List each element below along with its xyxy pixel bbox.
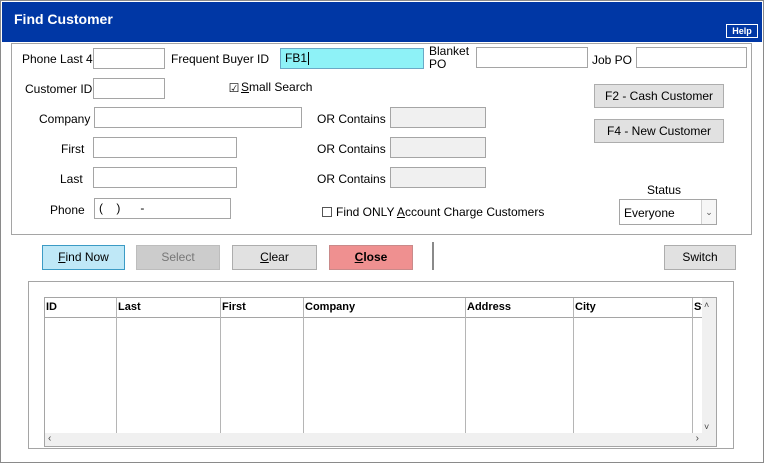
column-divider — [116, 298, 117, 434]
horizontal-scrollbar[interactable]: ‹ › — [45, 433, 716, 446]
window-title: Find Customer — [14, 11, 113, 27]
new-customer-button[interactable]: F4 - New Customer — [594, 119, 724, 143]
column-header-first[interactable]: First — [221, 298, 246, 318]
cash-customer-button[interactable]: F2 - Cash Customer — [594, 84, 724, 108]
select-button[interactable]: Select — [136, 245, 220, 270]
clear-mnemonic: C — [260, 250, 269, 264]
or-contains-first-input — [390, 137, 486, 158]
blanket-po-input[interactable] — [476, 47, 588, 68]
job-po-label: Job PO — [592, 53, 633, 67]
search-criteria-panel: Phone Last 4 Frequent Buyer ID FB1 Blank… — [11, 43, 752, 235]
text-caret — [308, 52, 310, 66]
column-header-city[interactable]: City — [574, 298, 596, 318]
account-charge-only-label-mnemonic: A — [396, 205, 405, 219]
title-bar: Find Customer Help — [2, 2, 762, 42]
phone-label: Phone — [50, 203, 85, 217]
blanket-po-label: Blanket PO — [429, 45, 469, 71]
status-dropdown[interactable]: Everyone ⌄ — [619, 199, 717, 225]
column-divider — [573, 298, 574, 434]
or-contains-first-label: OR Contains — [317, 142, 386, 156]
find-now-label-rest: ind Now — [65, 250, 109, 264]
last-name-label: Last — [60, 172, 83, 186]
vertical-scrollbar[interactable]: ˄ ˅ — [702, 298, 716, 434]
clear-button[interactable]: Clear — [232, 245, 317, 270]
scroll-left-icon[interactable]: ‹ — [48, 433, 51, 444]
chevron-down-icon[interactable]: ⌄ — [701, 200, 716, 224]
close-button[interactable]: Close — [329, 245, 413, 270]
phone-last4-input[interactable] — [93, 48, 165, 69]
job-po-input[interactable] — [636, 47, 747, 68]
small-search-checkbox[interactable]: ☑ — [228, 82, 240, 95]
column-divider — [465, 298, 466, 434]
first-name-label: First — [61, 142, 85, 156]
or-contains-last-input — [390, 167, 486, 188]
company-input[interactable] — [94, 107, 302, 128]
last-name-input[interactable] — [93, 167, 237, 188]
results-table-header: ID Last First Company Address City St — [45, 298, 705, 318]
scroll-down-icon[interactable]: ˅ — [704, 422, 709, 432]
phone-input[interactable]: ( ) - — [94, 198, 231, 219]
column-header-company[interactable]: Company — [304, 298, 355, 318]
column-divider — [303, 298, 304, 434]
account-charge-only-checkbox[interactable] — [322, 207, 332, 217]
frequent-buyer-id-value: FB1 — [285, 51, 308, 65]
customer-id-input[interactable] — [93, 78, 165, 99]
clear-label-rest: lear — [268, 250, 289, 264]
small-search-label: Small Search — [241, 80, 312, 94]
or-contains-last-label: OR Contains — [317, 172, 386, 186]
column-header-id[interactable]: ID — [45, 298, 57, 318]
company-label: Company — [39, 112, 91, 126]
small-search-label-mnemonic: S — [241, 80, 250, 94]
frequent-buyer-id-label: Frequent Buyer ID — [171, 52, 270, 66]
or-contains-company-label: OR Contains — [317, 112, 386, 126]
status-selected-value: Everyone — [624, 206, 675, 220]
first-name-input[interactable] — [93, 137, 237, 158]
column-divider — [220, 298, 221, 434]
column-header-last[interactable]: Last — [117, 298, 141, 318]
status-label: Status — [647, 183, 682, 197]
close-label-rest: lose — [363, 250, 388, 264]
customer-id-label: Customer ID — [25, 82, 93, 96]
small-search-label-rest: mall Search — [249, 80, 313, 94]
blanket-po-label-line2: PO — [429, 57, 447, 71]
or-contains-company-input — [390, 107, 486, 128]
column-header-address[interactable]: Address — [466, 298, 511, 318]
frequent-buyer-id-input[interactable]: FB1 — [280, 48, 424, 69]
toolbar-divider — [432, 242, 434, 270]
results-table[interactable]: ID Last First Company Address City St ˄ … — [44, 297, 717, 447]
phone-last4-label: Phone Last 4 — [22, 52, 93, 66]
find-now-button[interactable]: Find Now — [42, 245, 125, 270]
scroll-right-icon[interactable]: › — [696, 433, 699, 444]
switch-button[interactable]: Switch — [664, 245, 736, 270]
scroll-up-icon[interactable]: ˄ — [704, 300, 709, 310]
blanket-po-label-line1: Blanket — [429, 44, 470, 58]
account-charge-only-label-pre: Find ONLY — [336, 205, 397, 219]
help-button[interactable]: Help — [726, 24, 758, 38]
results-panel: ID Last First Company Address City St ˄ … — [28, 281, 734, 449]
column-divider — [692, 298, 693, 434]
account-charge-only-label-rest: ccount Charge Customers — [404, 205, 545, 219]
account-charge-only-label: Find ONLY Account Charge Customers — [336, 205, 544, 219]
find-customer-window: Find Customer Help Phone Last 4 Frequent… — [0, 0, 764, 463]
